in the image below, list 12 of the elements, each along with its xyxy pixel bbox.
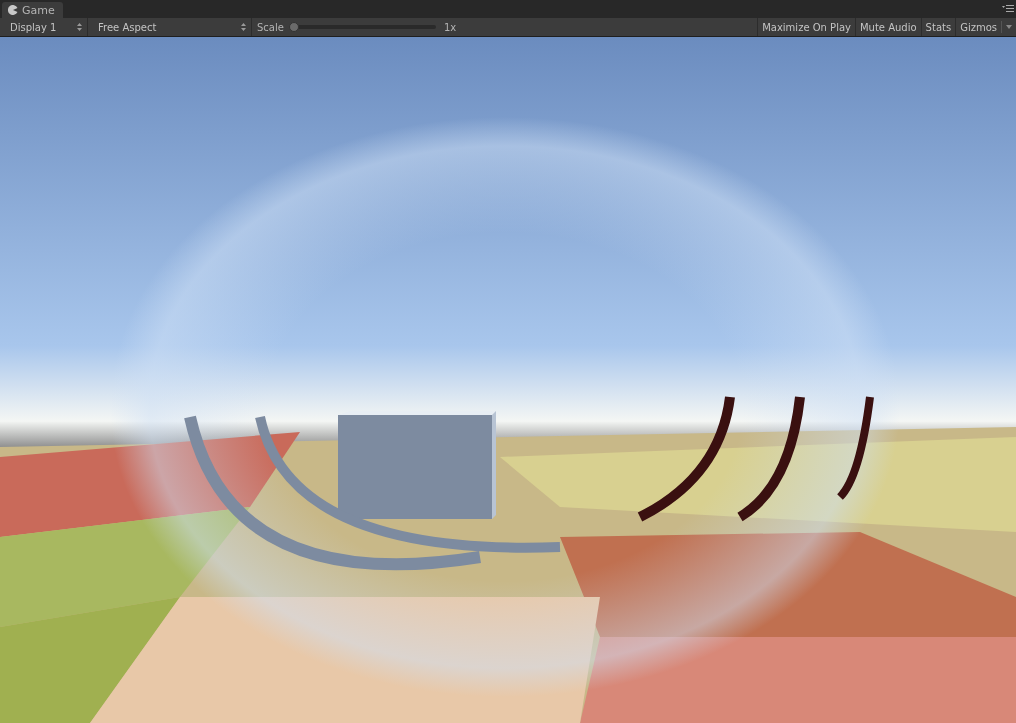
menu-icon[interactable]: [1002, 5, 1014, 12]
caret-icon: [1006, 25, 1012, 29]
scale-reading: 1x: [443, 21, 457, 33]
aspect-dropdown[interactable]: Free Aspect: [88, 18, 252, 36]
pacman-icon: [8, 5, 18, 15]
scale-label: Scale: [257, 21, 284, 33]
up-down-arrows-icon: [77, 23, 82, 31]
game-tab[interactable]: Game: [2, 2, 63, 18]
display-dropdown[interactable]: Display 1: [0, 18, 88, 36]
scale-slider-thumb[interactable]: [288, 22, 299, 32]
up-down-arrows-icon: [241, 23, 246, 31]
gizmos-dropdown[interactable]: Gizmos: [955, 18, 1016, 36]
